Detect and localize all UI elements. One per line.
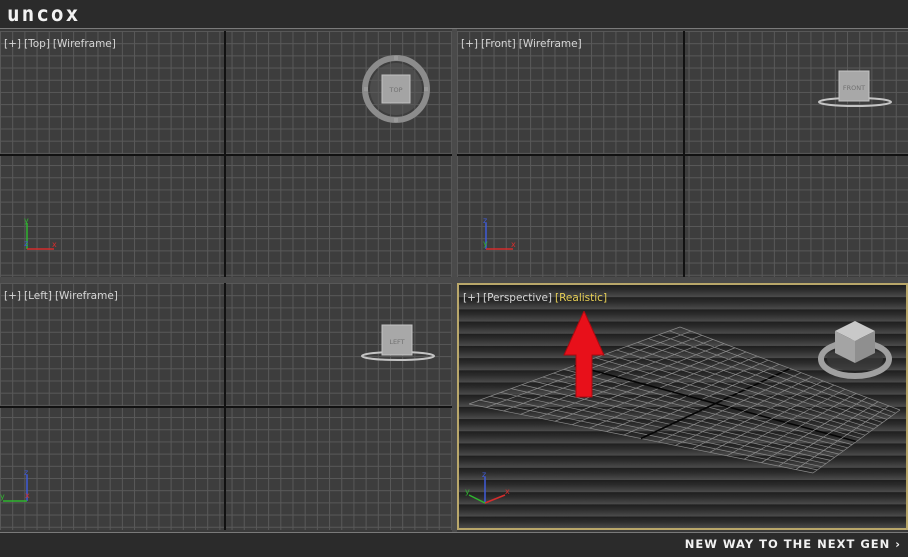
- axis-label-y: y: [24, 216, 29, 225]
- axis-label-x: x: [511, 240, 516, 249]
- grid-axis-vertical: [224, 31, 226, 277]
- shading-menu[interactable]: [Wireframe]: [53, 38, 116, 50]
- axis-label-x: x: [505, 487, 510, 496]
- axis-label-y: y: [483, 239, 488, 248]
- axis-label-y: y: [0, 492, 5, 501]
- view-type-menu[interactable]: [Top]: [24, 38, 50, 50]
- shading-menu[interactable]: [Wireframe]: [55, 290, 118, 302]
- view-type-menu[interactable]: [Left]: [24, 290, 52, 302]
- viewport-perspective[interactable]: [+] [Perspective] [Realistic] z x y: [457, 283, 908, 530]
- axis-tripod-icon: z x y: [483, 216, 516, 250]
- viewcube-icon[interactable]: FRONT: [815, 67, 895, 113]
- viewport-menu-button[interactable]: [+]: [4, 290, 21, 302]
- shading-menu[interactable]: [Realistic]: [555, 292, 607, 304]
- grid-axis-vertical: [683, 31, 685, 277]
- viewport-top[interactable]: [+] [Top] [Wireframe] TOP y x z: [0, 31, 452, 277]
- up-arrow-icon: [563, 311, 605, 398]
- title-bar: uncox: [0, 0, 908, 29]
- viewport-front[interactable]: [+] [Front] [Wireframe] FRONT z x y: [457, 31, 908, 277]
- viewcube-face-label: FRONT: [843, 84, 865, 92]
- axis-tripod-icon: y x z: [24, 216, 57, 250]
- app-logo: uncox: [7, 2, 81, 26]
- viewport-menu-button[interactable]: [+]: [463, 292, 480, 304]
- axis-tripod-icon: z x y: [465, 470, 510, 504]
- viewport-label-top[interactable]: [+] [Top] [Wireframe]: [4, 38, 119, 50]
- axis-label-z: z: [482, 470, 486, 479]
- viewcube-face-label: LEFT: [389, 338, 404, 346]
- tagline: NEW WAY TO THE NEXT GEN ›: [684, 537, 901, 551]
- viewport-label-left[interactable]: [+] [Left] [Wireframe]: [4, 290, 121, 302]
- grid-axis-horizontal: [0, 406, 452, 408]
- viewcube-icon[interactable]: LEFT: [358, 321, 438, 367]
- viewcube-icon[interactable]: TOP: [358, 53, 434, 125]
- view-type-menu[interactable]: [Perspective]: [483, 292, 552, 304]
- shading-menu[interactable]: [Wireframe]: [519, 38, 582, 50]
- footer-bar: NEW WAY TO THE NEXT GEN ›: [0, 532, 908, 557]
- view-type-menu[interactable]: [Front]: [481, 38, 516, 50]
- viewport-label-front[interactable]: [+] [Front] [Wireframe]: [461, 38, 585, 50]
- axis-label-x: x: [52, 240, 57, 249]
- grid-line: [795, 405, 890, 470]
- axis-label-z: z: [24, 239, 28, 248]
- axis-label-z: z: [24, 468, 28, 477]
- viewcube-face-label: TOP: [388, 86, 402, 94]
- axis-label-y: y: [465, 487, 470, 496]
- axis-label-x: x: [25, 491, 30, 500]
- grid-axis-vertical: [224, 283, 226, 530]
- viewcube-icon[interactable]: [817, 315, 893, 381]
- viewport-menu-button[interactable]: [+]: [461, 38, 478, 50]
- axis-label-z: z: [483, 216, 487, 225]
- grid-axis-horizontal: [0, 154, 452, 156]
- viewport-left[interactable]: [+] [Left] [Wireframe] LEFT z y x: [0, 283, 452, 530]
- axis-tripod-icon: z y x: [0, 468, 30, 502]
- viewport-menu-button[interactable]: [+]: [4, 38, 21, 50]
- viewport-label-perspective[interactable]: [+] [Perspective] [Realistic]: [463, 292, 610, 304]
